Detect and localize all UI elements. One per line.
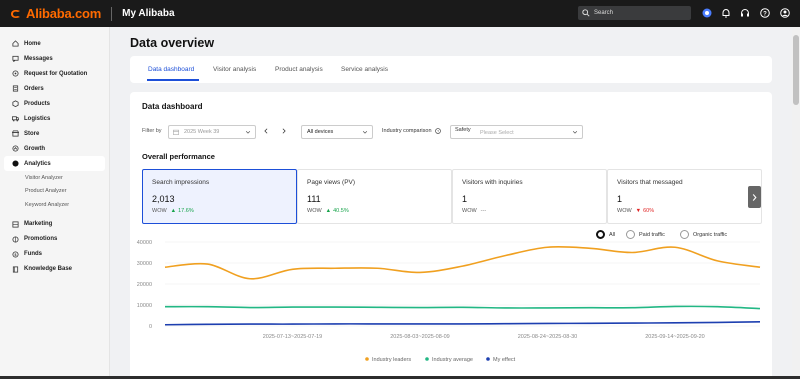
- page-scrollbar[interactable]: [792, 27, 800, 379]
- sidebar-item-orders[interactable]: Orders: [0, 81, 109, 96]
- legend-marker: [365, 357, 369, 361]
- legend-marker: [486, 357, 490, 361]
- top-bar: Alibaba.com My Alibaba Search ?: [0, 0, 800, 27]
- sidebar-item-growth[interactable]: Growth: [0, 141, 109, 156]
- y-tick-label: 40000: [137, 240, 152, 246]
- legend-label: Industry average: [432, 357, 473, 363]
- sidebar-item-messages[interactable]: Messages: [0, 51, 109, 66]
- tab-service-analysis[interactable]: Service analysis: [341, 66, 388, 73]
- alibaba-logo[interactable]: Alibaba.com: [9, 6, 101, 21]
- svg-text:?: ?: [763, 11, 767, 17]
- sidebar-item-label: Products: [24, 100, 51, 107]
- sidebar-item-home[interactable]: Home: [0, 36, 109, 51]
- marketing-icon: [12, 220, 19, 228]
- search-input[interactable]: Search: [578, 6, 691, 20]
- sidebar: Home Messages Request for Quotation Orde…: [0, 27, 110, 379]
- user-icon[interactable]: [779, 7, 790, 18]
- tabs-bar: Data dashboard Visitor analysis Product …: [130, 56, 772, 83]
- search-placeholder: Search: [594, 10, 614, 16]
- logistics-icon: [12, 115, 19, 122]
- sidebar-item-label: Growth: [24, 145, 45, 152]
- sidebar-item-marketing[interactable]: Marketing: [0, 217, 109, 232]
- tab-data-dashboard[interactable]: Data dashboard: [148, 66, 194, 73]
- x-tick-label: 2025-07-13~2025-07-19: [263, 334, 322, 340]
- y-tick-label: 20000: [137, 282, 152, 288]
- sidebar-item-label: Home: [24, 40, 41, 47]
- message-icon: [12, 55, 19, 62]
- rfq-icon: [12, 70, 19, 77]
- sidebar-item-label: Store: [24, 130, 40, 137]
- help-icon[interactable]: ?: [759, 7, 770, 18]
- active-tab-indicator: [147, 79, 199, 81]
- sidebar-item-label: Funds: [24, 251, 42, 257]
- bell-icon[interactable]: [720, 7, 731, 18]
- my-alibaba-title[interactable]: My Alibaba: [122, 8, 174, 19]
- sidebar-item-logistics[interactable]: Logistics: [0, 111, 109, 126]
- promotions-icon: [12, 235, 19, 243]
- sidebar-item-label: Messages: [24, 55, 53, 62]
- funds-icon: $: [12, 250, 19, 258]
- search-icon: [582, 9, 590, 17]
- tab-product-analysis[interactable]: Product analysis: [275, 66, 323, 73]
- sidebar-item-label: Analytics: [24, 160, 51, 167]
- sidebar-item-rfq[interactable]: Request for Quotation: [0, 66, 109, 81]
- globe-icon[interactable]: [701, 7, 712, 18]
- growth-icon: [12, 145, 19, 152]
- legend-marker: [425, 357, 429, 361]
- sidebar-item-label: Request for Quotation: [24, 70, 88, 77]
- sidebar-item-products[interactable]: Products: [0, 96, 109, 111]
- x-tick-label: 2025-08-03~2025-08-09: [390, 334, 449, 340]
- scrollbar-thumb[interactable]: [793, 35, 799, 105]
- series-line-my-effect: [164, 321, 761, 326]
- main-content: Data overview Data dashboard Visitor ana…: [110, 27, 792, 379]
- sidebar-subitem-keyword-analyzer[interactable]: Keyword Analyzer: [0, 198, 109, 212]
- legend-label: Industry leaders: [372, 357, 411, 363]
- topbar-divider: [111, 6, 113, 21]
- sidebar-subitem-visitor-analyzer[interactable]: Visitor Analyzer: [0, 171, 109, 185]
- sidebar-item-label: Knowledge Base: [24, 266, 73, 272]
- y-tick-label: 10000: [137, 303, 152, 309]
- page-title: Data overview: [130, 36, 215, 50]
- home-icon: [12, 40, 19, 47]
- line-chart: 40000 30000 20000 10000 0 2025-07-13~2025-07-…: [137, 240, 761, 363]
- sidebar-item-label: Marketing: [24, 221, 53, 227]
- x-tick-label: 2025-09-14~2025-09-20: [645, 334, 704, 340]
- sidebar-item-knowledge-base[interactable]: Knowledge Base: [0, 262, 109, 277]
- sidebar-item-promotions[interactable]: Promotions: [0, 232, 109, 247]
- legend-label: My effect: [493, 357, 516, 363]
- knowledge-icon: [12, 265, 19, 273]
- x-tick-label: 2025-08-24~2025-08-30: [518, 334, 577, 340]
- analytics-icon: [12, 160, 19, 167]
- sidebar-item-store[interactable]: Store: [0, 126, 109, 141]
- dashboard-card: Data dashboard Filter by 2025 Week 39 Al…: [130, 92, 772, 379]
- store-icon: [12, 130, 19, 137]
- orders-icon: [12, 85, 19, 92]
- sidebar-subitem-product-analyzer[interactable]: Product Analyzer: [0, 185, 109, 199]
- brand-name: Alibaba.com: [26, 6, 102, 21]
- tab-visitor-analysis[interactable]: Visitor analysis: [213, 66, 256, 73]
- headset-icon[interactable]: [739, 7, 750, 18]
- svg-text:$: $: [15, 252, 17, 256]
- sidebar-item-analytics[interactable]: Analytics: [4, 156, 105, 171]
- sidebar-item-label: Orders: [24, 85, 44, 92]
- y-tick-label: 0: [149, 324, 152, 330]
- y-tick-label: 30000: [137, 261, 152, 267]
- series-line-industry-average: [164, 305, 761, 310]
- sidebar-item-label: Promotions: [24, 236, 58, 242]
- sidebar-item-funds[interactable]: $ Funds: [0, 247, 109, 262]
- products-icon: [12, 100, 19, 107]
- alibaba-logo-icon: [11, 9, 20, 18]
- sidebar-item-label: Logistics: [24, 115, 51, 122]
